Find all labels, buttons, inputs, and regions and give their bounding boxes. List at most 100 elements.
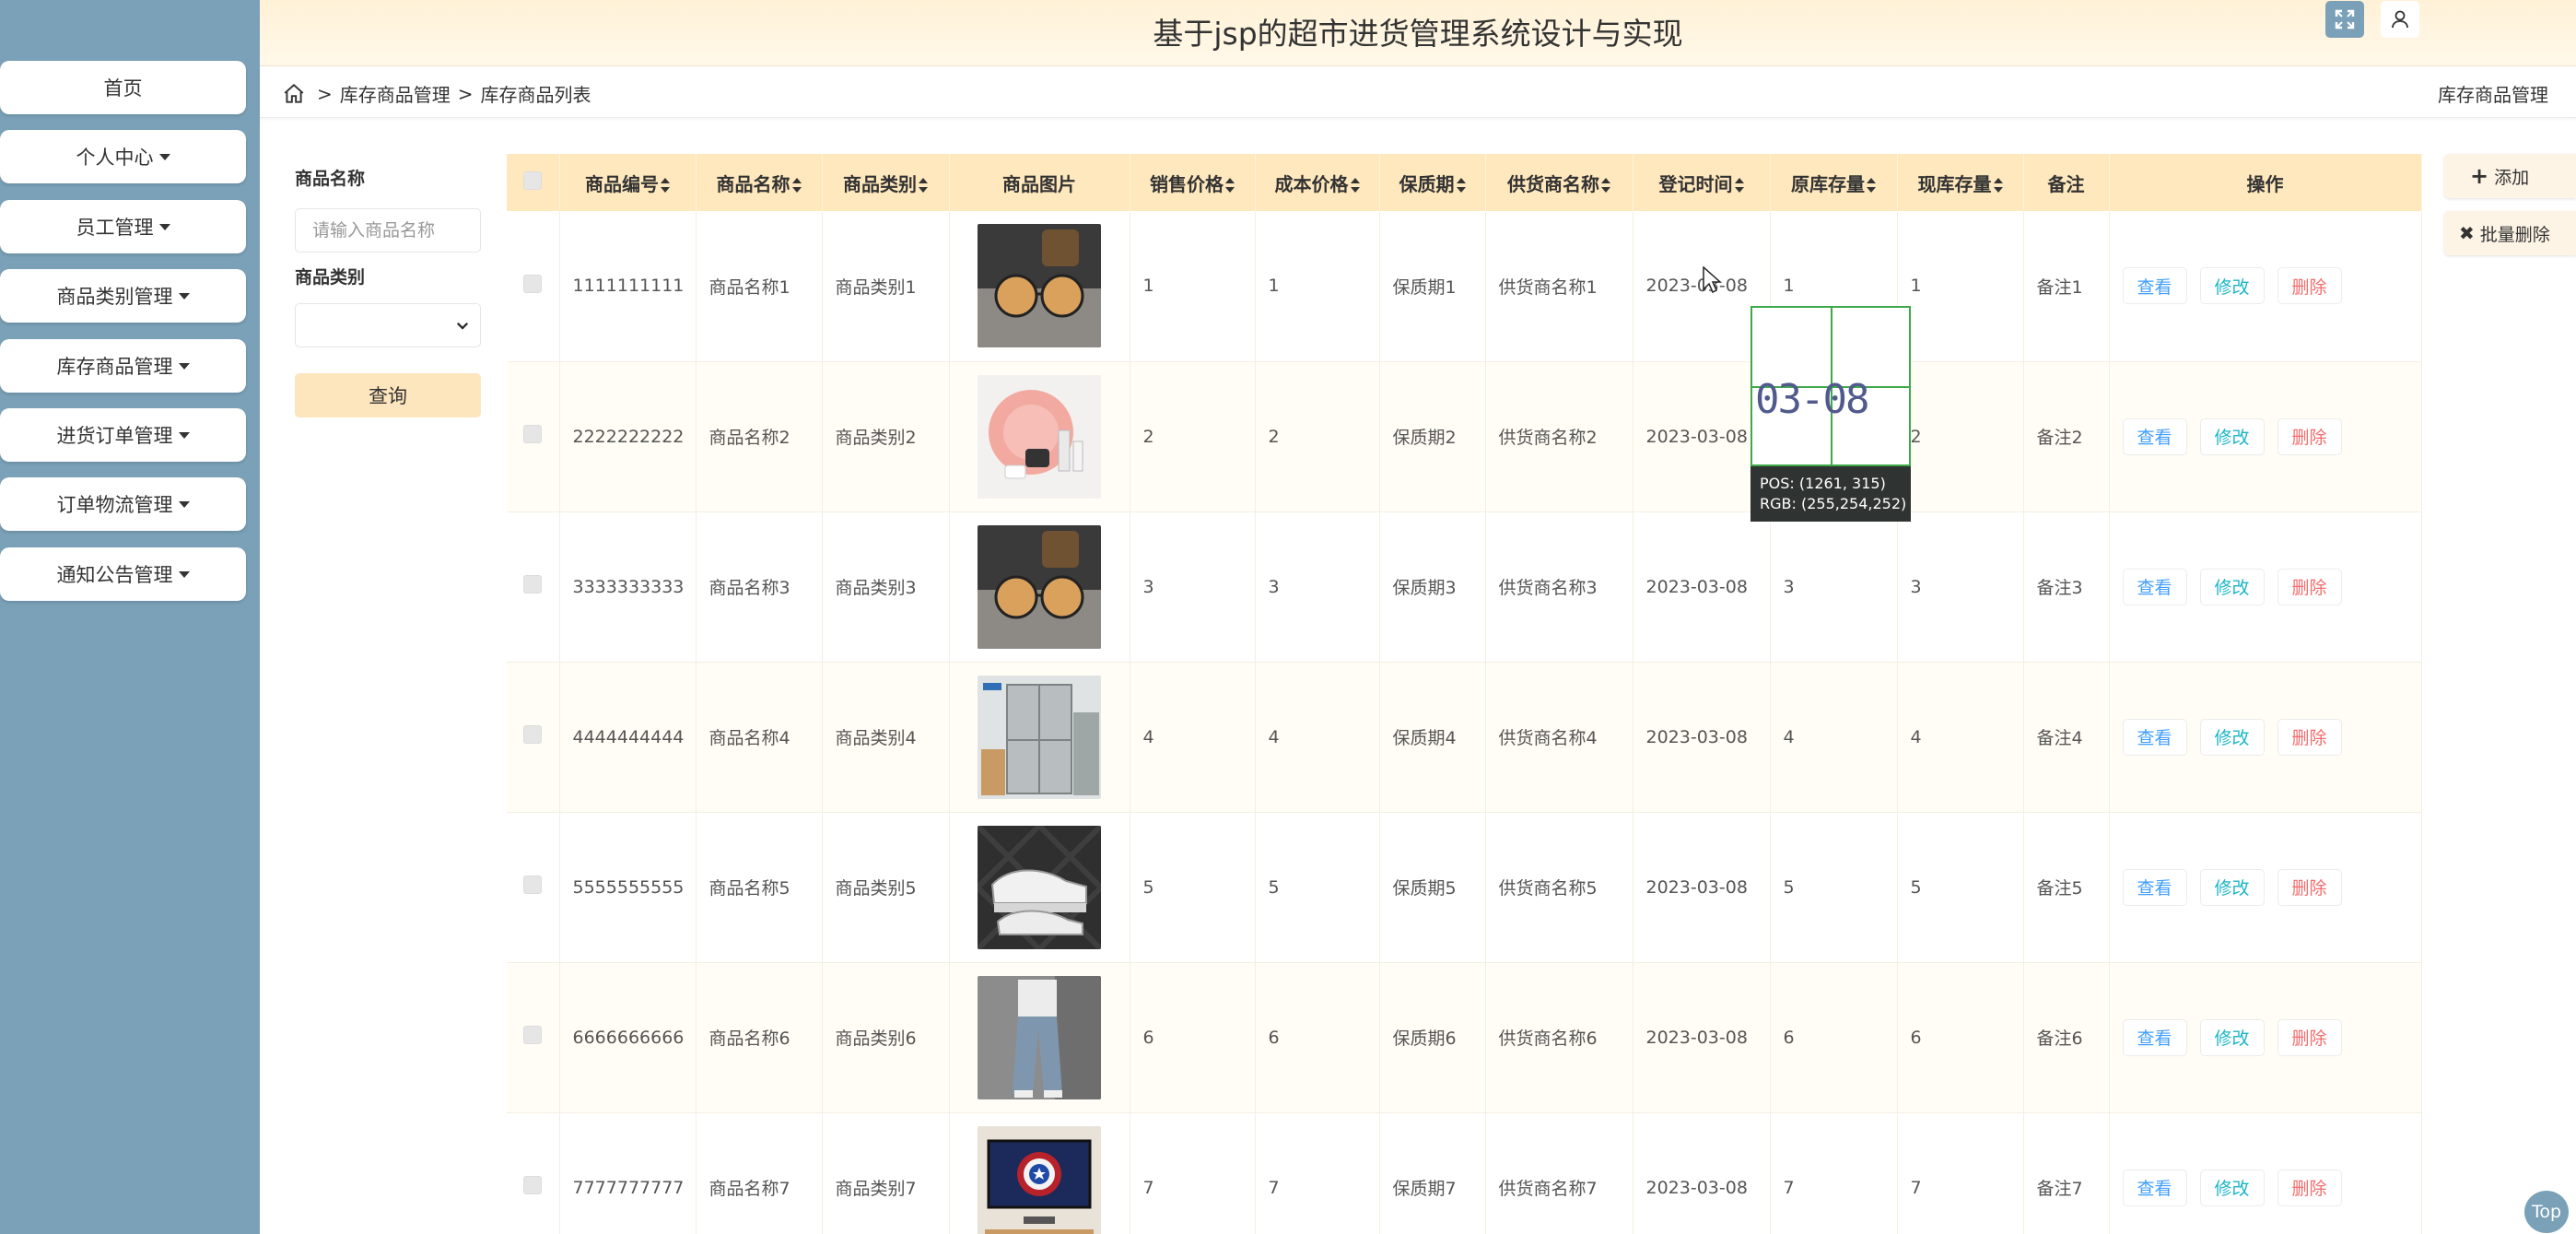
sidebar-item-4[interactable]: 库存商品管理: [0, 339, 246, 393]
delete-button[interactable]: 删除: [2277, 1018, 2342, 1056]
product-thumbnail[interactable]: [978, 524, 1101, 649]
sort-icon: [1601, 178, 1610, 193]
cell-cost-price: 5: [1255, 812, 1380, 963]
row-select-cell: [507, 662, 560, 813]
cell-shelf-life: 保质期6: [1379, 962, 1486, 1113]
add-button-label: 添加: [2494, 167, 2530, 188]
view-button[interactable]: 查看: [2122, 1169, 2187, 1206]
view-button[interactable]: 查看: [2122, 417, 2187, 455]
edit-button[interactable]: 修改: [2199, 568, 2265, 605]
edit-button[interactable]: 修改: [2199, 267, 2265, 305]
header-original-stock[interactable]: 原库存量: [1770, 154, 1898, 211]
cell-note: 备注1: [2023, 211, 2110, 362]
sort-icon: [1867, 178, 1876, 193]
query-button[interactable]: 查询: [295, 373, 481, 417]
view-button[interactable]: 查看: [2122, 868, 2187, 906]
sidebar-item-7[interactable]: 通知公告管理: [0, 547, 246, 601]
sidebar: 首页个人中心员工管理商品类别管理库存商品管理 进货订单管理 订单物流管理 通知公告管理: [0, 0, 260, 1234]
sort-icon: [919, 178, 928, 193]
cell-current-stock: 5: [1897, 812, 2024, 963]
product-name-label: 商品名称: [295, 169, 366, 189]
product-name-input[interactable]: [295, 208, 481, 253]
select-all-checkbox[interactable]: [523, 170, 543, 190]
header-note: 备注: [2023, 154, 2110, 211]
cell-product-name: 商品名称2: [696, 361, 823, 512]
view-button[interactable]: 查看: [2122, 1018, 2187, 1056]
sidebar-item-3[interactable]: 商品类别管理: [0, 269, 246, 323]
delete-button[interactable]: 删除: [2277, 1169, 2342, 1206]
sidebar-item-6[interactable]: 订单物流管理: [0, 477, 246, 531]
cell-supplier-name: 供货商名称6: [1485, 962, 1633, 1113]
batch-delete-button[interactable]: ✖ 批量删除: [2444, 211, 2576, 255]
breadcrumb-sep: >: [457, 82, 474, 105]
fullscreen-button[interactable]: [2325, 1, 2364, 38]
cell-cost-price: 3: [1255, 511, 1380, 663]
scroll-top-button[interactable]: Top: [2524, 1191, 2569, 1233]
product-thumbnail[interactable]: [978, 825, 1101, 949]
cell-register-time: 2023-03-08: [1633, 511, 1771, 663]
delete-button[interactable]: 删除: [2277, 868, 2342, 906]
cell-product-category: 商品类别3: [822, 511, 950, 663]
view-button[interactable]: 查看: [2122, 718, 2187, 756]
product-thumbnail[interactable]: [978, 1125, 1101, 1234]
product-category-label: 商品类别: [295, 267, 366, 288]
header-current-stock[interactable]: 现库存量: [1897, 154, 2024, 211]
row-checkbox[interactable]: [523, 274, 543, 293]
row-checkbox[interactable]: [523, 725, 543, 744]
view-button[interactable]: 查看: [2122, 267, 2187, 305]
header-register-time[interactable]: 登记时间: [1633, 154, 1771, 211]
edit-button[interactable]: 修改: [2199, 868, 2265, 906]
sidebar-item-0[interactable]: 首页: [0, 61, 246, 114]
delete-button[interactable]: 删除: [2277, 267, 2342, 305]
edit-button[interactable]: 修改: [2199, 1169, 2265, 1206]
home-icon[interactable]: [282, 82, 306, 106]
row-checkbox[interactable]: [523, 425, 543, 443]
cell-operations: 查看 修改 删除: [2109, 662, 2422, 813]
row-select-cell: [507, 812, 560, 963]
cell-shelf-life: 保质期4: [1379, 662, 1486, 813]
header-shelf-life[interactable]: 保质期: [1379, 154, 1486, 211]
sort-icon: [1225, 178, 1235, 193]
row-checkbox[interactable]: [523, 1176, 543, 1194]
delete-button[interactable]: 删除: [2277, 568, 2342, 605]
header-product-category[interactable]: 商品类别: [822, 154, 950, 211]
product-thumbnail[interactable]: [978, 675, 1101, 799]
sidebar-item-1[interactable]: 个人中心: [0, 130, 246, 183]
cell-note: 备注5: [2023, 812, 2110, 963]
header-supplier-name[interactable]: 供货商名称: [1485, 154, 1633, 211]
breadcrumb-item-inventory-management[interactable]: 库存商品管理: [340, 80, 451, 107]
cell-shelf-life: 保质期5: [1379, 812, 1486, 963]
cell-original-stock: 6: [1770, 962, 1898, 1113]
row-checkbox[interactable]: [523, 876, 543, 894]
header-product-id[interactable]: 商品编号: [559, 154, 697, 211]
cell-sale-price: 3: [1130, 511, 1256, 663]
delete-button[interactable]: 删除: [2277, 417, 2342, 455]
cell-operations: 查看 修改 删除: [2109, 812, 2422, 963]
header-product-name[interactable]: 商品名称: [696, 154, 823, 211]
sidebar-item-label: 商品类别管理: [56, 286, 173, 308]
product-thumbnail[interactable]: [978, 224, 1101, 348]
edit-button[interactable]: 修改: [2199, 1018, 2265, 1056]
product-thumbnail[interactable]: [978, 374, 1101, 499]
caret-down-icon: [158, 153, 170, 160]
user-button[interactable]: [2381, 1, 2419, 38]
edit-button[interactable]: 修改: [2199, 417, 2265, 455]
product-category-select[interactable]: [295, 303, 481, 347]
select-all-cell: [507, 154, 560, 211]
cell-cost-price: 2: [1255, 361, 1380, 512]
cell-product-category: 商品类别2: [822, 361, 950, 512]
row-checkbox[interactable]: [523, 1026, 543, 1044]
product-thumbnail[interactable]: [978, 975, 1101, 1099]
delete-button[interactable]: 删除: [2277, 718, 2342, 756]
sidebar-item-5[interactable]: 进货订单管理: [0, 408, 246, 462]
edit-button[interactable]: 修改: [2199, 718, 2265, 756]
breadcrumb-sep: >: [317, 82, 333, 105]
header-cost-price[interactable]: 成本价格: [1255, 154, 1380, 211]
add-button[interactable]: + 添加: [2444, 154, 2576, 198]
cell-product-category: 商品类别1: [822, 211, 950, 362]
cell-original-stock: 3: [1770, 511, 1898, 663]
sidebar-item-2[interactable]: 员工管理: [0, 200, 246, 253]
view-button[interactable]: 查看: [2122, 568, 2187, 605]
row-checkbox[interactable]: [523, 575, 543, 593]
header-sale-price[interactable]: 销售价格: [1130, 154, 1256, 211]
